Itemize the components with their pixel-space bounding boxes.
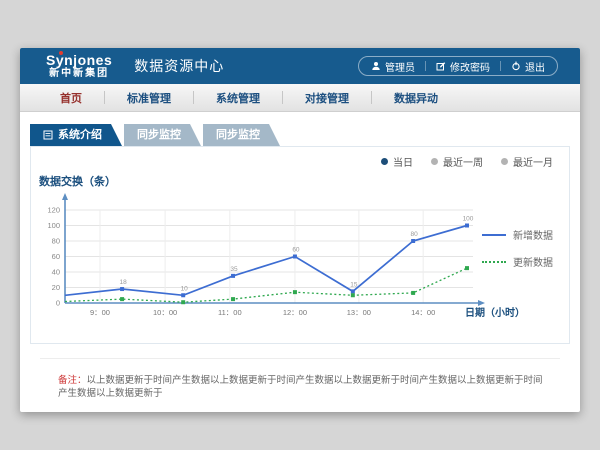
y-tick-label: 40	[52, 268, 60, 277]
app-window: Synjones 新中新集团 数据资源中心 管理员 修改密码	[20, 48, 580, 412]
app-header: Synjones 新中新集团 数据资源中心 管理员 修改密码	[20, 48, 580, 84]
admin-user-button[interactable]: 管理员	[371, 59, 415, 74]
y-tick-label: 60	[52, 252, 60, 261]
brand-logo: Synjones 新中新集团	[46, 53, 112, 79]
radio-today[interactable]: 当日	[381, 154, 413, 169]
data-point	[231, 297, 235, 301]
tab-sync-monitor-1[interactable]: 同步监控	[124, 124, 201, 146]
data-point	[231, 274, 235, 278]
logo-accent-icon	[59, 51, 63, 55]
data-point	[465, 266, 469, 270]
solid-line-icon	[482, 234, 506, 236]
radio-last-week[interactable]: 最近一周	[431, 154, 483, 169]
x-tick-label: 14：00	[411, 308, 435, 317]
y-tick-label: 20	[52, 283, 60, 292]
data-point	[411, 239, 415, 243]
point-label: 80	[411, 231, 419, 238]
radio-dot-icon	[381, 158, 388, 165]
x-axis-title: 日期（小时）	[465, 306, 525, 319]
footnote: 备注：以上数据更新于时间产生数据以上数据更新于时间产生数据以上数据更新于时间产生…	[40, 358, 560, 401]
x-tick-label: 13：00	[347, 308, 371, 317]
y-tick-label: 120	[47, 206, 60, 215]
point-label: 15	[350, 281, 358, 288]
data-point	[181, 293, 185, 297]
tab-bar: 系统介绍 同步监控 同步监控	[30, 124, 580, 146]
data-point	[181, 300, 185, 304]
tab-system-intro[interactable]: 系统介绍	[30, 124, 122, 146]
change-password-button[interactable]: 修改密码	[436, 59, 490, 74]
power-icon	[511, 61, 521, 71]
radio-dot-icon	[431, 158, 438, 165]
x-tick-label: 10：00	[153, 308, 177, 317]
footnote-label: 备注：	[58, 375, 87, 386]
footnote-text: 以上数据更新于时间产生数据以上数据更新于时间产生数据以上数据更新于时间产生数据以…	[58, 375, 543, 399]
legend-item-update-data[interactable]: 更新数据	[482, 254, 553, 269]
dotted-line-icon	[482, 261, 506, 263]
chart-legend: 新增数据 更新数据	[482, 227, 553, 269]
main-nav: 首页 标准管理 系统管理 对接管理 数据异动	[20, 84, 580, 112]
x-tick-label: 11：00	[218, 308, 242, 317]
edit-icon	[436, 61, 446, 71]
legend-item-new-data[interactable]: 新增数据	[482, 227, 553, 242]
nav-item-system-mgmt[interactable]: 系统管理	[194, 90, 282, 106]
data-point	[465, 224, 469, 228]
logo-brand-text: Synjones	[46, 53, 112, 67]
form-icon	[43, 130, 53, 140]
x-tick-label: 9：00	[90, 308, 110, 317]
point-label: 100	[463, 216, 474, 223]
user-icon	[371, 61, 381, 71]
nav-item-home[interactable]: 首页	[38, 90, 104, 106]
data-point	[120, 297, 124, 301]
data-point	[411, 291, 415, 295]
page-title: 数据资源中心	[134, 56, 224, 76]
x-tick-label: 12：00	[283, 308, 307, 317]
line-chart: 0 20 40 60 80 100 120 9：00 10：00 11：00 12：00 13：00 1…	[35, 191, 535, 334]
radio-last-month[interactable]: 最近一月	[501, 154, 553, 169]
data-point	[351, 289, 355, 293]
chart-svg: 0 20 40 60 80 100 120 9：00 10：00 11：00 12：00 13：00 1…	[35, 191, 535, 329]
data-point	[293, 255, 297, 259]
data-point	[120, 287, 124, 291]
y-tick-label: 100	[47, 221, 60, 230]
y-tick-label: 80	[52, 237, 60, 246]
point-label: 10	[181, 285, 189, 292]
data-point	[293, 290, 297, 294]
data-point	[351, 293, 355, 297]
divider	[425, 61, 426, 71]
y-tick-label: 0	[56, 299, 60, 308]
nav-item-standard-mgmt[interactable]: 标准管理	[105, 90, 193, 106]
period-selector: 当日 最近一周 最近一月	[381, 154, 553, 169]
nav-item-interface-mgmt[interactable]: 对接管理	[283, 90, 371, 106]
point-label: 60	[292, 247, 300, 254]
chart-panel: 当日 最近一周 最近一月 数据交换（条） 0 20 40 60 80 100 120 9：00…	[30, 146, 570, 344]
y-axis-title: 数据交换（条）	[39, 173, 116, 189]
logo-subtitle: 新中新集团	[46, 69, 112, 79]
point-label: 18	[119, 279, 127, 286]
tab-sync-monitor-2[interactable]: 同步监控	[203, 124, 280, 146]
point-label: 35	[230, 266, 238, 273]
radio-dot-icon	[501, 158, 508, 165]
divider	[500, 61, 501, 71]
logout-button[interactable]: 退出	[511, 59, 545, 74]
user-toolbar: 管理员 修改密码 退出	[358, 56, 558, 76]
nav-item-data-change[interactable]: 数据异动	[372, 90, 460, 106]
